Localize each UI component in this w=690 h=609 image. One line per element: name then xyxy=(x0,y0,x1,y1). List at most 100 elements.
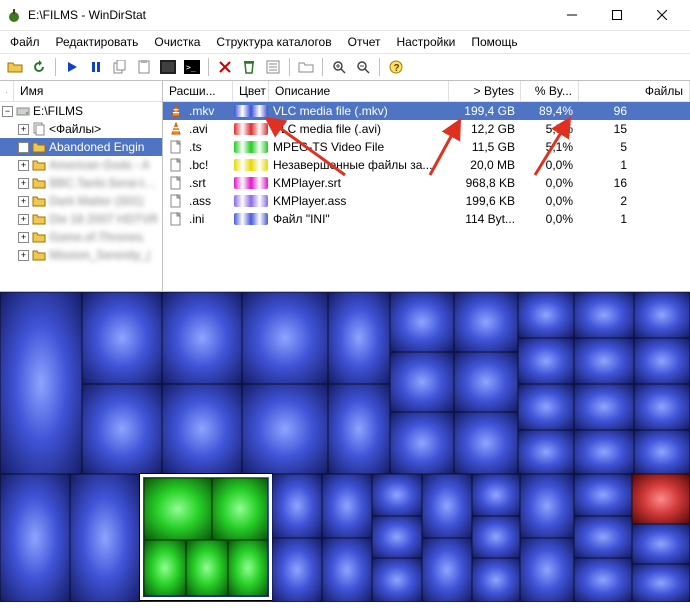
menu-file[interactable]: Файл xyxy=(4,33,46,51)
tree-item[interactable]: +American Gods - A xyxy=(0,156,162,174)
header-description[interactable]: Описание xyxy=(269,81,449,101)
ext-row[interactable]: .iniФайл "INI"114 Byt...0,0%1 xyxy=(163,210,690,228)
tree-item-label: Abandoned Engin xyxy=(49,140,144,154)
menubar: Файл Редактировать Очистка Структура кат… xyxy=(0,30,690,53)
empty-folder-icon[interactable] xyxy=(295,56,317,78)
header-bytes[interactable]: > Bytes xyxy=(449,81,521,101)
ext-percent: 5,5% xyxy=(521,122,579,136)
ext-row[interactable]: .bc!Незавершенные файлы за...20,0 MB0,0%… xyxy=(163,156,690,174)
ext-description: Файл "INI" xyxy=(269,212,449,226)
ext-files: 96 xyxy=(579,104,633,118)
main-panes: Имя − E:\FILMS + <Файлы> + Abandoned Engi… xyxy=(0,81,690,292)
filetype-icon xyxy=(169,104,183,118)
expand-icon[interactable]: + xyxy=(18,232,29,243)
maximize-button[interactable] xyxy=(594,1,639,29)
minimize-button[interactable] xyxy=(549,1,594,29)
tree-root-label: E:\FILMS xyxy=(33,104,83,118)
sort-indicator-icon[interactable] xyxy=(0,81,14,101)
ext-row[interactable]: .tsMPEG-TS Video File11,5 GB5,1%5 xyxy=(163,138,690,156)
menu-settings[interactable]: Настройки xyxy=(390,33,461,51)
tree-root[interactable]: − E:\FILMS xyxy=(0,102,162,120)
tree-item[interactable]: + Mission_Serenity_( xyxy=(0,246,162,264)
ext-header: Расши... Цвет Описание > Bytes % By... Ф… xyxy=(163,81,690,102)
tree-files-node[interactable]: + <Файлы> xyxy=(0,120,162,138)
folder-icon xyxy=(32,140,46,154)
ext-body[interactable]: .mkvVLC media file (.mkv)199,4 GB89,4%96… xyxy=(163,102,690,291)
ext-files: 5 xyxy=(579,140,633,154)
ext-row[interactable]: .mkvVLC media file (.mkv)199,4 GB89,4%96 xyxy=(163,102,690,120)
close-button[interactable] xyxy=(639,1,684,29)
treemap[interactable] xyxy=(0,292,690,602)
ext-percent: 0,0% xyxy=(521,158,579,172)
separator xyxy=(208,58,209,76)
tree-item-label: Mission_Serenity_( xyxy=(49,248,151,262)
folder-icon xyxy=(32,194,46,208)
ext-bytes: 12,2 GB xyxy=(449,122,521,136)
menu-help[interactable]: Помощь xyxy=(465,33,523,51)
tree-header-name[interactable]: Имя xyxy=(14,81,162,101)
ext-bytes: 968,8 KB xyxy=(449,176,521,190)
tree-item[interactable]: + Dark Matter (S01) xyxy=(0,192,162,210)
ext-name: .bc! xyxy=(187,158,233,172)
ext-row[interactable]: .srtKMPlayer.srt968,8 KB0,0%16 xyxy=(163,174,690,192)
pause-icon[interactable] xyxy=(85,56,107,78)
explorer-icon[interactable] xyxy=(157,56,179,78)
tree-item[interactable]: + Game.of.Thrones. xyxy=(0,228,162,246)
delete-icon[interactable] xyxy=(214,56,236,78)
tree-item[interactable]: + Abandoned Engin xyxy=(0,138,162,156)
expand-icon[interactable]: + xyxy=(18,178,29,189)
play-icon[interactable] xyxy=(61,56,83,78)
filetype-icon xyxy=(169,212,183,226)
drive-icon xyxy=(16,104,30,118)
header-percent[interactable]: % By... xyxy=(521,81,579,101)
cmd-icon[interactable]: >_ xyxy=(181,56,203,78)
tree-item-label: BBC.Tanki.Serai-t… xyxy=(49,176,156,190)
ext-color-swatch xyxy=(233,123,269,135)
expand-icon[interactable]: + xyxy=(18,142,29,153)
expand-icon[interactable]: + xyxy=(18,214,29,225)
refresh-icon[interactable] xyxy=(28,56,50,78)
copy-icon[interactable] xyxy=(109,56,131,78)
expand-icon[interactable]: + xyxy=(18,160,29,171)
menu-edit[interactable]: Редактировать xyxy=(50,33,145,51)
expand-icon[interactable]: + xyxy=(18,124,29,135)
collapse-icon[interactable]: − xyxy=(2,106,13,117)
folder-icon xyxy=(32,158,46,172)
menu-report[interactable]: Отчет xyxy=(342,33,387,51)
ext-name: .avi xyxy=(187,122,233,136)
tree-item-label: Dark Matter (S01) xyxy=(49,194,144,208)
ext-files: 1 xyxy=(579,212,633,226)
folder-icon xyxy=(32,176,46,190)
ext-bytes: 11,5 GB xyxy=(449,140,521,154)
window-title: E:\FILMS - WinDirStat xyxy=(28,8,549,22)
expand-icon[interactable]: + xyxy=(18,196,29,207)
ext-color-swatch xyxy=(233,105,269,117)
ext-row[interactable]: .aviVLC media file (.avi)12,2 GB5,5%15 xyxy=(163,120,690,138)
open-icon[interactable] xyxy=(4,56,26,78)
tree-item-label: Game.of.Thrones. xyxy=(49,230,146,244)
header-color[interactable]: Цвет xyxy=(233,81,269,101)
zoom-in-icon[interactable] xyxy=(328,56,350,78)
menu-cleanup[interactable]: Очистка xyxy=(148,33,206,51)
ext-color-swatch xyxy=(233,177,269,189)
tree-body[interactable]: − E:\FILMS + <Файлы> + Abandoned Engin +Am… xyxy=(0,102,162,291)
header-extension[interactable]: Расши... xyxy=(163,81,233,101)
expand-icon[interactable]: + xyxy=(18,250,29,261)
clipboard-icon[interactable] xyxy=(133,56,155,78)
help-icon[interactable]: ? xyxy=(385,56,407,78)
folder-icon xyxy=(32,248,46,262)
ext-row[interactable]: .assKMPlayer.ass199,6 KB0,0%2 xyxy=(163,192,690,210)
ext-percent: 89,4% xyxy=(521,104,579,118)
filetype-icon xyxy=(169,176,183,190)
folder-icon xyxy=(32,230,46,244)
tree-item[interactable]: +Die 18 2007 HDTVR xyxy=(0,210,162,228)
ext-description: MPEG-TS Video File xyxy=(269,140,449,154)
toolbar: >_ ? xyxy=(0,53,690,81)
zoom-out-icon[interactable] xyxy=(352,56,374,78)
ext-percent: 5,1% xyxy=(521,140,579,154)
tree-item[interactable]: + BBC.Tanki.Serai-t… xyxy=(0,174,162,192)
menu-structure[interactable]: Структура каталогов xyxy=(210,33,337,51)
header-files[interactable]: Файлы xyxy=(579,81,690,101)
recycle-icon[interactable] xyxy=(238,56,260,78)
properties-icon[interactable] xyxy=(262,56,284,78)
